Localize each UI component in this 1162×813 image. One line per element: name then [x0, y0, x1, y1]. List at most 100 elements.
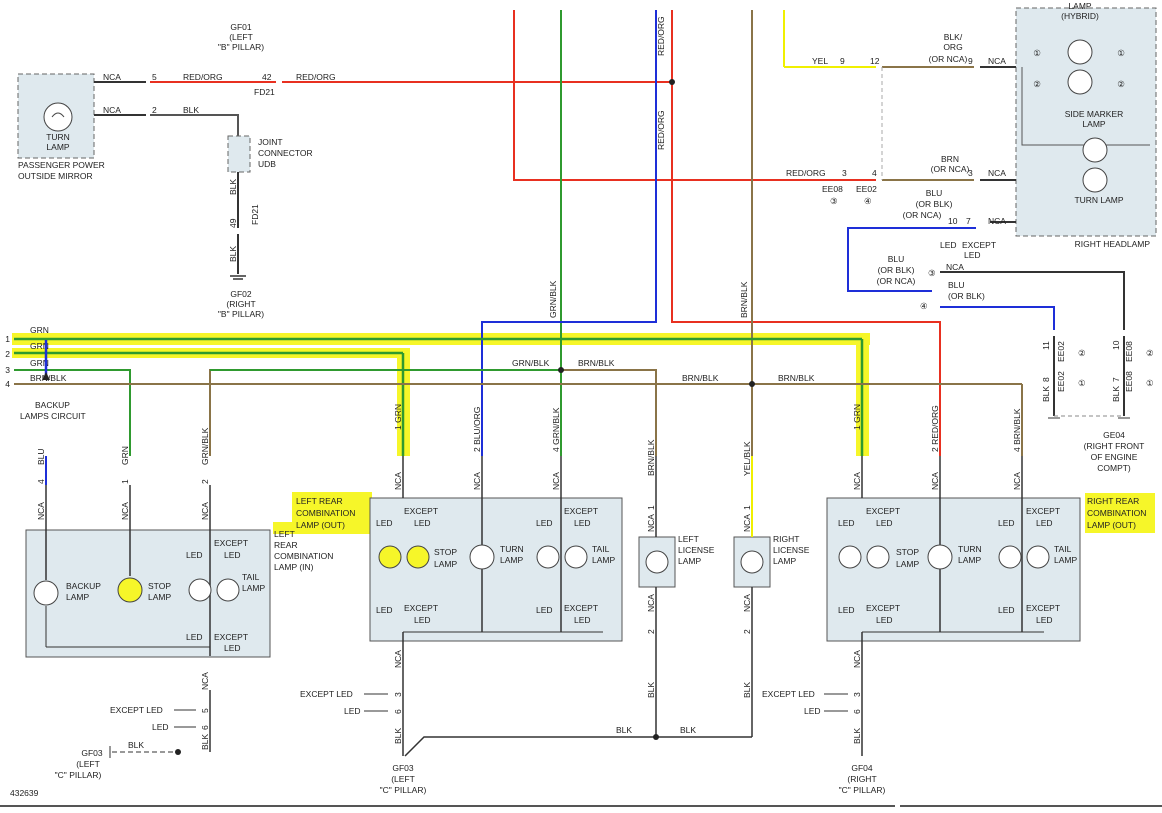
- wire-blk: BLK: [228, 179, 238, 195]
- nca-label: NCA: [103, 72, 121, 82]
- pin-5: 5: [152, 72, 157, 82]
- nca-label: NCA: [930, 472, 940, 490]
- wire-brn-blk: BRN/BLK: [778, 373, 815, 383]
- wire-blu: BLU: [926, 188, 943, 198]
- mirror-label-1: PASSENGER POWER: [18, 160, 105, 170]
- nca-label: NCA: [36, 502, 46, 520]
- except-led-label: EXCEPT: [866, 603, 900, 613]
- pin-5: 5: [200, 708, 210, 713]
- pin-6: 6: [852, 709, 862, 714]
- circle-2: ②: [1033, 79, 1041, 89]
- nca-label: NCA: [852, 472, 862, 490]
- stop-lamp-label: LAMP: [148, 592, 171, 602]
- pin-3: 3: [968, 168, 973, 178]
- nca-label: NCA: [1012, 472, 1022, 490]
- wire-red-org: RED/ORG: [656, 110, 666, 150]
- ge04-label: OF ENGINE: [1091, 452, 1138, 462]
- wire-blk: BLK: [646, 682, 656, 698]
- wire-label-2-blu-org: 2 BLU/ORG: [472, 407, 482, 452]
- wire-label-1-grn: 1 GRN: [852, 404, 862, 430]
- wire-blk: BLK: [852, 728, 862, 744]
- circle-1: ①: [1146, 378, 1154, 388]
- stop-lamp-label: STOP: [148, 581, 171, 591]
- ge04-label: (RIGHT FRONT: [1084, 441, 1145, 451]
- pin-1: 1: [742, 505, 752, 510]
- right-out-title: COMBINATION: [1087, 508, 1146, 518]
- pin-2: 2: [200, 479, 210, 484]
- wire-red-org: RED/ORG: [786, 168, 826, 178]
- nca-label: NCA: [988, 168, 1006, 178]
- except-led-line: EXCEPT LED: [300, 689, 353, 699]
- circle-1: ①: [1117, 48, 1125, 58]
- rail-num: 1: [5, 334, 10, 344]
- except-led-label: LED: [964, 250, 981, 260]
- pin-2: 2: [646, 629, 656, 634]
- wire-brn-blk: BRN/BLK: [646, 439, 656, 476]
- wire-blu: BLU: [948, 280, 965, 290]
- wire-blk: BLK: [228, 246, 238, 262]
- left-license-label: LICENSE: [678, 545, 715, 555]
- pin-1: 1: [120, 479, 130, 484]
- backup-circuit-label: BACKUP: [35, 400, 70, 410]
- gf03-label: "C" PILLAR): [380, 785, 427, 795]
- wire-brn-blk: BRN/BLK: [682, 373, 719, 383]
- pin-3: 3: [842, 168, 847, 178]
- joint-connector-label: CONNECTOR: [258, 148, 313, 158]
- nca-label: NCA: [120, 502, 130, 520]
- passenger-mirror: TURN LAMP PASSENGER POWER OUTSIDE MIRROR: [17, 73, 105, 181]
- led-line: LED: [804, 706, 821, 716]
- led-line: LED: [344, 706, 361, 716]
- left-out-title: LAMP (OUT): [296, 520, 345, 530]
- wire-blk-org: (OR NCA): [929, 54, 968, 64]
- nca-label: NCA: [946, 262, 964, 272]
- parking-lamp-label: LAMP: [1068, 1, 1091, 11]
- circle-1: ①: [1078, 378, 1086, 388]
- right-headlamp-title: RIGHT HEADLAMP: [1075, 239, 1151, 249]
- wire-red-org: RED/ORG: [656, 16, 666, 56]
- left-in-title: REAR: [274, 540, 298, 550]
- nca-label: NCA: [393, 650, 403, 668]
- wire-label-2-red-org: 2 RED/ORG: [930, 405, 940, 452]
- pin-1: 1: [646, 505, 656, 510]
- nca-label: NCA: [852, 650, 862, 668]
- right-out-title: RIGHT REAR: [1087, 496, 1139, 506]
- wire-grn-blk: GRN/BLK: [512, 358, 550, 368]
- left-license-label: LEFT: [678, 534, 699, 544]
- except-led-label: EXCEPT: [564, 603, 598, 613]
- wire-label-4-brn-blk: 4 BRN/BLK: [1012, 408, 1022, 452]
- right-license-label: RIGHT: [773, 534, 799, 544]
- pin-8: 8: [1041, 377, 1051, 382]
- led-label: LED: [536, 518, 553, 528]
- wire-blk: BLK: [128, 740, 144, 750]
- gf03-label: (LEFT: [76, 759, 100, 769]
- left-in-title: COMBINATION: [274, 551, 333, 561]
- connector-ee08: EE08: [822, 184, 843, 194]
- pin-3: 3: [393, 692, 403, 697]
- right-rear-lamp-out: 1 GRN 2 RED/ORG 4 BRN/BLK NCA NCA NCA RI…: [762, 404, 1146, 795]
- stop-lamp-label: STOP: [434, 547, 457, 557]
- connector-fd21: FD21: [254, 87, 275, 97]
- nca-label: NCA: [646, 514, 656, 532]
- except-led-label: LED: [876, 518, 893, 528]
- except-led-label: LED: [414, 615, 431, 625]
- wire-red-org: RED/ORG: [183, 72, 223, 82]
- ge04-label: COMPT): [1097, 463, 1131, 473]
- joint-connector-label: JOINT: [258, 137, 283, 147]
- led-label: LED: [186, 632, 203, 642]
- wire-brn-blk: BRN/BLK: [578, 358, 615, 368]
- joint-connector-label: UDB: [258, 159, 276, 169]
- except-led-label: LED: [876, 615, 893, 625]
- except-led-label: EXCEPT: [404, 506, 438, 516]
- led-label: LED: [838, 605, 855, 615]
- wire-blk: BLK: [393, 728, 403, 744]
- left-license-label: LAMP: [678, 556, 701, 566]
- mirror-label-2: OUTSIDE MIRROR: [18, 171, 93, 181]
- led-label: LED: [838, 518, 855, 528]
- pin-4: 4: [36, 479, 46, 484]
- except-led-label: EXCEPT: [404, 603, 438, 613]
- side-marker-label: SIDE MARKER: [1065, 109, 1124, 119]
- circle-2: ②: [1117, 79, 1125, 89]
- tail-lamp-label: TAIL: [592, 544, 610, 554]
- gf04-label: (RIGHT: [847, 774, 876, 784]
- wire-brn: BRN: [941, 154, 959, 164]
